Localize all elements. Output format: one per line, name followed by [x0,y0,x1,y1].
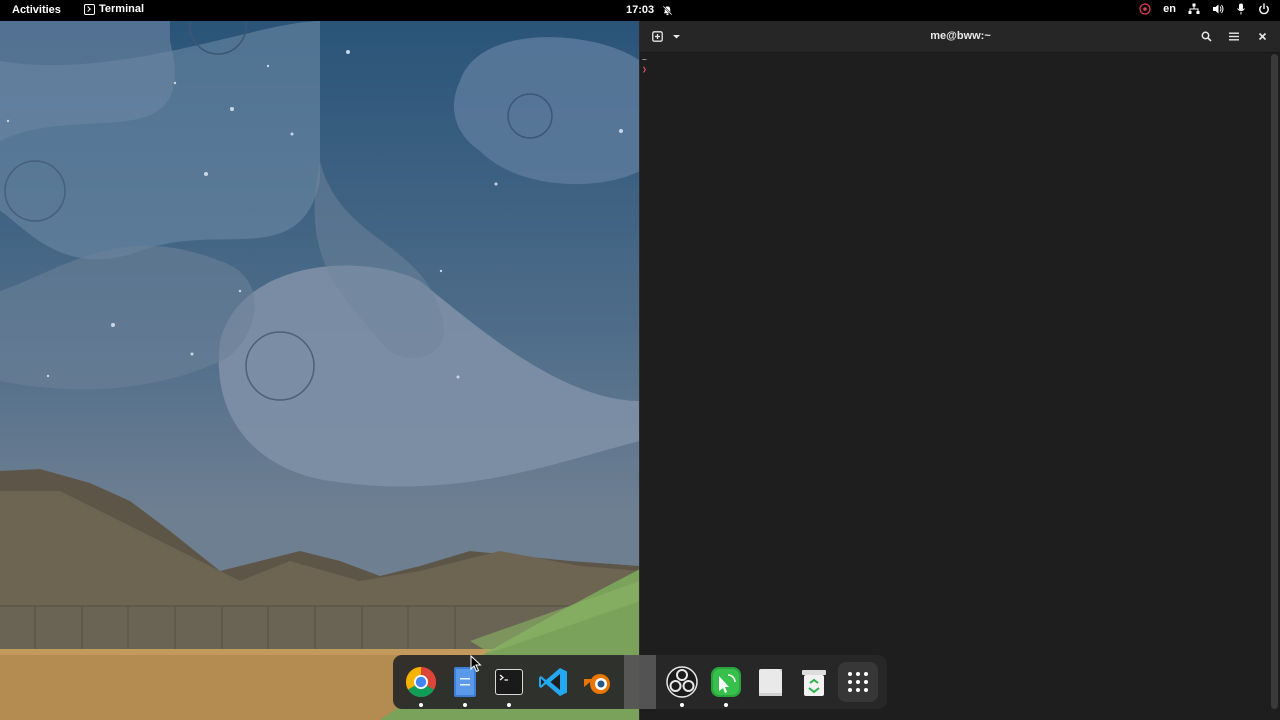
terminal-headerbar[interactable]: me@bww:~ [640,21,1280,53]
terminal-small-icon [84,3,95,15]
terminal-scrollbar[interactable] [1271,54,1278,709]
system-tray[interactable]: en [1139,3,1270,15]
menu-button[interactable] [1223,26,1245,46]
mouse-cursor-icon [470,655,482,673]
new-tab-icon [651,30,663,42]
hamburger-menu-icon [1229,32,1239,40]
app-menu-label: Terminal [99,3,145,15]
dock-item-green-app[interactable] [709,665,743,707]
running-indicator [507,703,511,707]
terminal-output[interactable]: ~ ❯ [642,55,647,75]
accessibility-icon[interactable] [1139,3,1151,15]
chrome-icon [405,667,437,698]
terminal-window[interactable]: me@bww:~ ~ ❯ [639,21,1280,720]
vscode-icon [539,668,567,696]
running-indicator [680,703,684,707]
dock-item-chrome[interactable] [404,665,438,707]
clock[interactable]: 17:03 [626,4,673,16]
desktop-wallpaper [0,21,640,720]
wallpaper-art [0,21,640,720]
trash-icon [802,670,826,696]
running-indicator [724,703,728,707]
dock-item-trash[interactable] [797,665,831,699]
clock-time: 17:03 [626,4,655,16]
green-app-icon [711,667,741,697]
dock-item-obs[interactable] [665,665,699,707]
terminal-prompt: ❯ [642,65,647,74]
top-bar: Activities Terminal 17:03 en [0,0,1280,21]
search-button[interactable] [1195,26,1217,46]
terminal-title: me@bww:~ [930,30,991,42]
terminal-cwd-line: ~ [642,55,647,64]
blender-icon [584,674,610,694]
volume-icon[interactable] [1212,3,1224,15]
dock-separator [624,655,656,709]
app-menu[interactable]: Terminal [84,3,144,15]
dock-item-terminal[interactable] [492,665,526,707]
new-tab-button[interactable] [649,26,683,46]
running-indicator [419,703,423,707]
show-apps-icon [848,672,868,692]
chevron-down-icon [672,34,680,38]
language-indicator[interactable]: en [1163,3,1176,15]
dock [393,655,887,709]
text-editor-icon [759,669,782,696]
microphone-icon[interactable] [1236,3,1246,15]
obs-icon [666,666,698,698]
dock-item-vscode[interactable] [536,665,570,699]
close-button[interactable] [1251,26,1273,46]
activities-button[interactable]: Activities [12,4,61,16]
running-indicator [463,703,467,707]
power-icon[interactable] [1258,3,1270,15]
notifications-off-icon [662,5,673,15]
terminal-icon [495,669,523,695]
dock-item-blender[interactable] [580,665,614,699]
network-icon[interactable] [1188,3,1200,15]
show-apps-button[interactable] [838,662,878,702]
dock-item-text-editor[interactable] [753,665,787,699]
search-icon [1201,31,1212,42]
close-icon [1258,32,1266,40]
